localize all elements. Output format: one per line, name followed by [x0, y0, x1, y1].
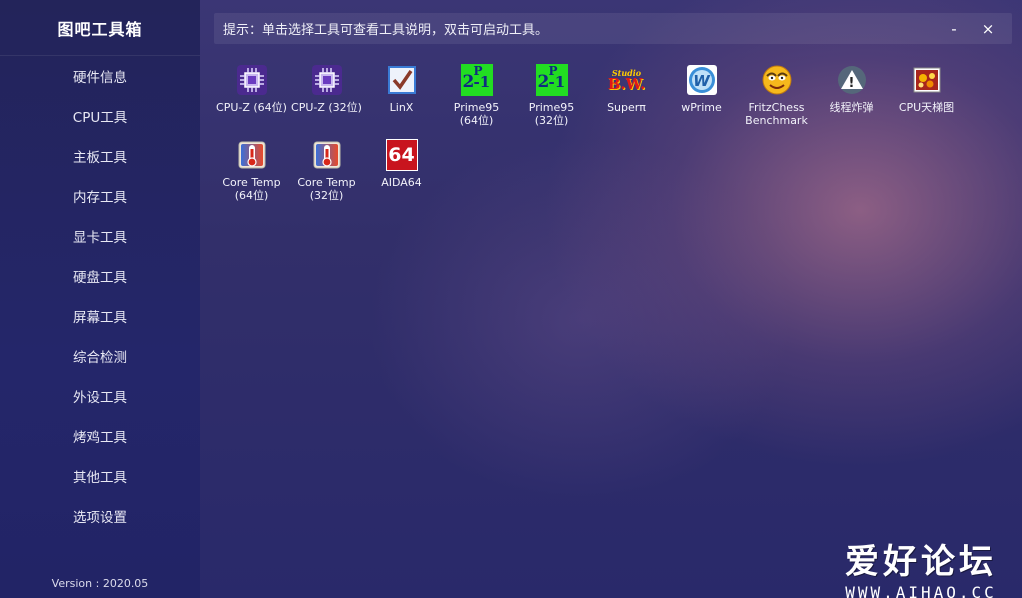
tool-prime95-64[interactable]: 2 P -1 Prime95 (64位) — [439, 64, 514, 136]
tool-label: CPU天梯图 — [898, 101, 955, 114]
prime95-icon: 2 P -1 — [460, 64, 493, 96]
tool-linx[interactable]: LinX — [364, 64, 439, 136]
tool-coretemp-32[interactable]: Core Temp (32位) — [289, 139, 364, 211]
cpu-ladder-icon — [911, 64, 943, 96]
version-label: Version : 2020.05 — [51, 577, 149, 590]
prime95-icon: 2 P -1 — [535, 64, 568, 96]
sidebar-item-peripheral-tools[interactable]: 外设工具 — [0, 376, 200, 416]
thermometer-icon — [236, 139, 268, 171]
warning-icon: ! — [836, 64, 868, 96]
sidebar-item-gpu-tools[interactable]: 显卡工具 — [0, 216, 200, 256]
checkbox-icon — [386, 64, 418, 96]
sidebar-item-motherboard-tools[interactable]: 主板工具 — [0, 136, 200, 176]
tool-wprime[interactable]: W wPrime — [664, 64, 739, 136]
tool-superpi[interactable]: Studio B.W. Superπ — [589, 64, 664, 136]
tool-cpu-ladder[interactable]: CPU天梯图 — [889, 64, 964, 136]
close-button[interactable]: × — [972, 13, 1004, 44]
watermark: 爱好论坛 WWW.AIHAO.CC — [826, 534, 1016, 598]
sidebar-item-other-tools[interactable]: 其他工具 — [0, 456, 200, 496]
watermark-title: 爱好论坛 — [845, 542, 997, 582]
fritz-face-icon — [761, 64, 793, 96]
sidebar-item-hardware-info[interactable]: 硬件信息 — [0, 56, 200, 96]
tool-cpuz-64[interactable]: CPU-Z (64位) — [214, 64, 289, 136]
sidebar-item-settings[interactable]: 选项设置 — [0, 496, 200, 536]
app-title: 图吧工具箱 — [0, 0, 200, 56]
sidebar-item-disk-tools[interactable]: 硬盘工具 — [0, 256, 200, 296]
app-window: 图吧工具箱 硬件信息 CPU工具 主板工具 内存工具 显卡工具 硬盘工具 屏幕工… — [0, 0, 1022, 598]
tool-cpuz-32[interactable]: CPU-Z (32位) — [289, 64, 364, 136]
minimize-button[interactable]: - — [938, 13, 970, 44]
tool-fritzchess[interactable]: FritzChess Benchmark — [739, 64, 814, 136]
aida64-icon: 64 — [385, 139, 418, 171]
sidebar: 图吧工具箱 硬件信息 CPU工具 主板工具 内存工具 显卡工具 硬盘工具 屏幕工… — [0, 0, 200, 598]
tool-coretemp-64[interactable]: Core Temp (64位) — [214, 139, 289, 211]
watermark-url: WWW.AIHAO.CC — [845, 583, 997, 598]
tool-label: AIDA64 — [381, 176, 422, 189]
sidebar-item-screen-tools[interactable]: 屏幕工具 — [0, 296, 200, 336]
cpu-z-icon — [236, 64, 268, 96]
tool-aida64[interactable]: 64 AIDA64 — [364, 139, 439, 211]
sidebar-item-cpu-tools[interactable]: CPU工具 — [0, 96, 200, 136]
superpi-icon: Studio B.W. — [607, 67, 646, 93]
wprime-icon: W — [686, 64, 718, 96]
cpu-z-icon — [311, 64, 343, 96]
tool-thread-bomb[interactable]: ! 线程炸弹 — [814, 64, 889, 136]
tool-prime95-32[interactable]: 2 P -1 Prime95 (32位) — [514, 64, 589, 136]
sidebar-item-memory-tools[interactable]: 内存工具 — [0, 176, 200, 216]
hint-bar: 提示：单击选择工具可查看工具说明，双击可启动工具。 — [214, 13, 1012, 44]
hint-text: 提示：单击选择工具可查看工具说明，双击可启动工具。 — [223, 23, 549, 38]
sidebar-item-stress-tools[interactable]: 烤鸡工具 — [0, 416, 200, 456]
sidebar-item-overall-test[interactable]: 综合检测 — [0, 336, 200, 376]
thermometer-icon — [311, 139, 343, 171]
